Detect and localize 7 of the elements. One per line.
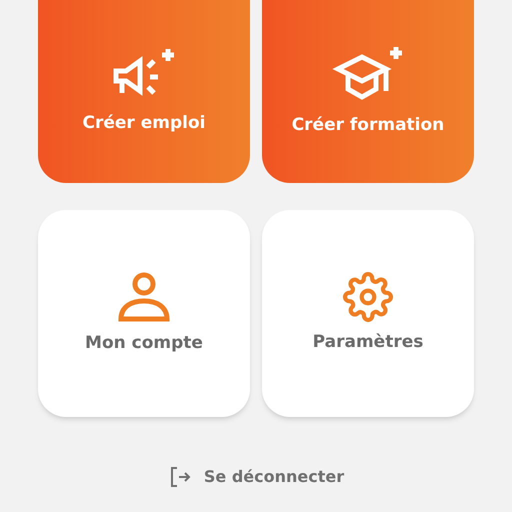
menu-tile[interactable]: Paramètres <box>262 210 474 417</box>
logout-button[interactable]: Se déconnecter <box>168 464 344 488</box>
menu-tile[interactable]: Mon compte <box>38 210 250 417</box>
person-icon <box>116 270 172 323</box>
menu-tile[interactable]: Créer formation <box>262 0 474 183</box>
menu-tile[interactable]: Créer emploi <box>38 0 250 183</box>
gear-icon <box>343 272 393 322</box>
